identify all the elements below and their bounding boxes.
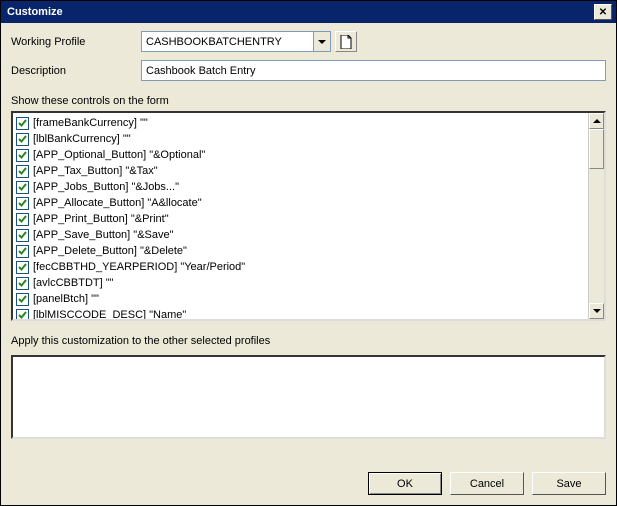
controls-listbox[interactable]: [frameBankCurrency] "" [lblBankCurrency] … <box>11 111 606 321</box>
checkbox[interactable] <box>16 309 29 320</box>
scroll-up-button[interactable] <box>589 113 604 129</box>
row-working-profile: Working Profile <box>11 31 606 52</box>
ok-button[interactable]: OK <box>368 472 442 495</box>
working-profile-input[interactable] <box>142 32 313 51</box>
checkbox[interactable] <box>16 277 29 290</box>
scroll-down-button[interactable] <box>589 303 604 319</box>
control-item[interactable]: [lblMISCCODE_DESC] "Name" <box>16 307 585 319</box>
new-profile-button[interactable] <box>335 31 357 52</box>
check-icon <box>18 231 27 240</box>
label-working-profile: Working Profile <box>11 36 141 48</box>
scrollbar[interactable] <box>588 113 604 319</box>
checkbox[interactable] <box>16 117 29 130</box>
check-icon <box>18 119 27 128</box>
control-item[interactable]: [APP_Delete_Button] "&Delete" <box>16 243 585 259</box>
document-icon <box>340 35 352 49</box>
control-item-label: [frameBankCurrency] "" <box>33 117 148 129</box>
check-icon <box>18 199 27 208</box>
save-button[interactable]: Save <box>532 472 606 495</box>
close-icon[interactable]: ✕ <box>594 4 612 20</box>
scroll-thumb[interactable] <box>589 129 604 169</box>
titlebar: Customize ✕ <box>1 1 616 23</box>
check-icon <box>18 167 27 176</box>
check-icon <box>18 247 27 256</box>
control-item-label: [panelBtch] "" <box>33 293 99 305</box>
check-icon <box>18 183 27 192</box>
check-icon <box>18 151 27 160</box>
cancel-button[interactable]: Cancel <box>450 472 524 495</box>
check-icon <box>18 135 27 144</box>
control-item[interactable]: [lblBankCurrency] "" <box>16 131 585 147</box>
checkbox[interactable] <box>16 181 29 194</box>
control-item-label: [APP_Print_Button] "&Print" <box>33 213 169 225</box>
checkbox[interactable] <box>16 133 29 146</box>
checkbox[interactable] <box>16 165 29 178</box>
apply-profiles-listbox[interactable] <box>11 355 606 439</box>
checkbox[interactable] <box>16 261 29 274</box>
check-icon <box>18 215 27 224</box>
checkbox[interactable] <box>16 149 29 162</box>
control-item-label: [avlcCBBTDT] "" <box>33 277 114 289</box>
checkbox[interactable] <box>16 197 29 210</box>
control-item[interactable]: [APP_Allocate_Button] "A&llocate" <box>16 195 585 211</box>
control-item-label: [APP_Allocate_Button] "A&llocate" <box>33 197 202 209</box>
label-description: Description <box>11 65 141 77</box>
control-item-label: [lblMISCCODE_DESC] "Name" <box>33 309 186 319</box>
customize-dialog: Customize ✕ Working Profile Description … <box>0 0 617 506</box>
control-item[interactable]: [avlcCBBTDT] "" <box>16 275 585 291</box>
chevron-up-icon <box>593 119 601 123</box>
chevron-down-icon <box>593 309 601 313</box>
label-show-controls: Show these controls on the form <box>11 95 606 107</box>
label-apply-other: Apply this customization to the other se… <box>11 335 606 347</box>
scroll-track[interactable] <box>589 129 604 303</box>
control-item-label: [APP_Optional_Button] "&Optional" <box>33 149 205 161</box>
dialog-body: Working Profile Description Show these c… <box>1 23 616 505</box>
check-icon <box>18 295 27 304</box>
control-item[interactable]: [fecCBBTHD_YEARPERIOD] "Year/Period" <box>16 259 585 275</box>
row-description: Description <box>11 60 606 81</box>
check-icon <box>18 279 27 288</box>
checkbox[interactable] <box>16 245 29 258</box>
control-item[interactable]: [APP_Print_Button] "&Print" <box>16 211 585 227</box>
description-input[interactable] <box>141 60 606 81</box>
control-item[interactable]: [frameBankCurrency] "" <box>16 115 585 131</box>
control-item[interactable]: [panelBtch] "" <box>16 291 585 307</box>
button-row: OK Cancel Save <box>11 472 606 495</box>
checkbox[interactable] <box>16 229 29 242</box>
control-item-label: [APP_Save_Button] "&Save" <box>33 229 174 241</box>
checkbox[interactable] <box>16 213 29 226</box>
control-item[interactable]: [APP_Jobs_Button] "&Jobs..." <box>16 179 585 195</box>
control-item[interactable]: [APP_Save_Button] "&Save" <box>16 227 585 243</box>
check-icon <box>18 311 27 320</box>
control-item[interactable]: [APP_Optional_Button] "&Optional" <box>16 147 585 163</box>
window-title: Customize <box>5 6 63 18</box>
chevron-down-icon[interactable] <box>313 32 330 51</box>
controls-list-content: [frameBankCurrency] "" [lblBankCurrency] … <box>13 113 588 319</box>
working-profile-combo[interactable] <box>141 31 331 52</box>
checkbox[interactable] <box>16 293 29 306</box>
control-item-label: [APP_Delete_Button] "&Delete" <box>33 245 187 257</box>
control-item-label: [lblBankCurrency] "" <box>33 133 131 145</box>
control-item[interactable]: [APP_Tax_Button] "&Tax" <box>16 163 585 179</box>
control-item-label: [APP_Tax_Button] "&Tax" <box>33 165 158 177</box>
control-item-label: [APP_Jobs_Button] "&Jobs..." <box>33 181 179 193</box>
control-item-label: [fecCBBTHD_YEARPERIOD] "Year/Period" <box>33 261 245 273</box>
check-icon <box>18 263 27 272</box>
